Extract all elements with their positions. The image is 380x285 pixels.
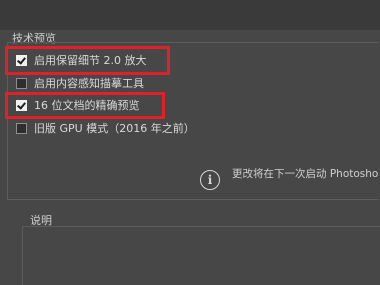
checkbox-checked[interactable] — [16, 99, 27, 111]
option-16bit-precise-preview[interactable]: 16 位文档的精确预览 — [16, 97, 140, 113]
description-box — [22, 226, 380, 285]
checkbox-unchecked[interactable] — [16, 77, 27, 89]
option-label: 旧版 GPU 模式（2016 年之前） — [34, 122, 195, 135]
option-label: 启用内容感知描摹工具 — [34, 77, 144, 90]
checkbox-unchecked[interactable] — [16, 122, 27, 134]
option-preserve-details-2[interactable]: 启用保留细节 2.0 放大 — [16, 52, 147, 68]
dialog-top-area — [0, 0, 380, 30]
option-label: 启用保留细节 2.0 放大 — [34, 54, 147, 67]
info-glyph: i — [207, 173, 213, 187]
info-icon: i — [200, 170, 220, 190]
option-label: 16 位文档的精确预览 — [34, 99, 140, 112]
checkbox-checked[interactable] — [16, 54, 27, 66]
option-content-aware-tracing[interactable]: 启用内容感知描摹工具 — [16, 75, 144, 91]
restart-notice: 更改将在下一次启动 Photosho — [232, 168, 379, 180]
option-legacy-gpu-mode[interactable]: 旧版 GPU 模式（2016 年之前） — [16, 120, 195, 136]
